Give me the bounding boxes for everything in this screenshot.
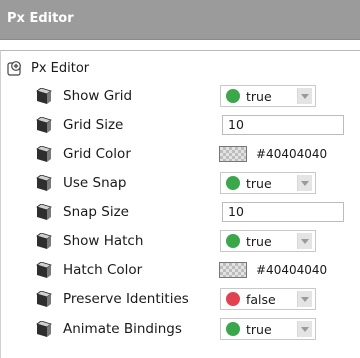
status-dot-true [226, 322, 240, 336]
dropdown-value: true [246, 234, 272, 249]
property-label: Snap Size [63, 204, 129, 220]
property-label: Show Hatch [63, 233, 144, 249]
status-dot-true [226, 234, 240, 248]
chevron-down-icon[interactable] [297, 291, 312, 307]
property-row-show-grid: Show Grid true [35, 85, 355, 107]
hatch-color-value: #40404040 [256, 263, 328, 277]
chevron-down-icon[interactable] [297, 233, 312, 249]
hatch-color-swatch[interactable] [219, 262, 247, 278]
tree-root-label: Px Editor [31, 60, 90, 76]
grid-size-field[interactable]: 10 [222, 115, 344, 135]
chevron-down-icon[interactable] [297, 321, 312, 337]
chevron-down-icon[interactable] [297, 88, 312, 104]
slot-icon [36, 117, 52, 133]
dropdown-value: true [246, 89, 272, 104]
property-label: Use Snap [63, 175, 127, 191]
status-dot-false [226, 292, 240, 306]
tree-root[interactable]: Px Editor [7, 59, 89, 77]
property-label: Grid Color [63, 146, 131, 162]
property-label: Animate Bindings [63, 321, 182, 337]
property-row-grid-size: Grid Size 10 [35, 114, 355, 136]
slot-icon [36, 291, 52, 307]
property-row-snap-size: Snap Size 10 [35, 201, 355, 223]
property-label: Preserve Identities [63, 291, 189, 307]
slot-icon [36, 175, 52, 191]
preserve-identities-dropdown[interactable]: false [220, 288, 316, 310]
title-bar: Px Editor [0, 0, 360, 40]
snap-size-field[interactable]: 10 [222, 202, 344, 222]
slot-icon [36, 88, 52, 104]
property-row-use-snap: Use Snap true [35, 172, 355, 194]
status-dot-true [226, 176, 240, 190]
slot-icon [36, 321, 52, 337]
px-editor-icon [7, 61, 21, 76]
property-sheet: Px Editor Show Grid true Grid Size 10 Gr… [0, 50, 360, 358]
grid-color-value: #40404040 [256, 147, 328, 161]
dropdown-value: true [246, 322, 272, 337]
slot-icon [36, 204, 52, 220]
window-title: Px Editor [7, 11, 74, 26]
use-snap-dropdown[interactable]: true [220, 172, 316, 194]
property-row-preserve-identities: Preserve Identities false [35, 288, 355, 310]
animate-bindings-dropdown[interactable]: true [220, 318, 316, 340]
slot-icon [36, 262, 52, 278]
dropdown-value: false [246, 292, 276, 307]
status-dot-true [226, 89, 240, 103]
property-row-show-hatch: Show Hatch true [35, 230, 355, 252]
dropdown-value: true [246, 176, 272, 191]
show-grid-dropdown[interactable]: true [220, 85, 316, 107]
property-label: Grid Size [63, 117, 124, 133]
property-row-grid-color: Grid Color #40404040 [35, 143, 355, 165]
slot-icon [36, 233, 52, 249]
property-row-animate-bindings: Animate Bindings true [35, 318, 355, 340]
slot-icon [36, 146, 52, 162]
property-label: Hatch Color [63, 262, 143, 278]
property-row-hatch-color: Hatch Color #40404040 [35, 259, 355, 281]
show-hatch-dropdown[interactable]: true [220, 230, 316, 252]
grid-color-swatch[interactable] [219, 146, 247, 162]
property-label: Show Grid [63, 88, 133, 104]
chevron-down-icon[interactable] [297, 175, 312, 191]
